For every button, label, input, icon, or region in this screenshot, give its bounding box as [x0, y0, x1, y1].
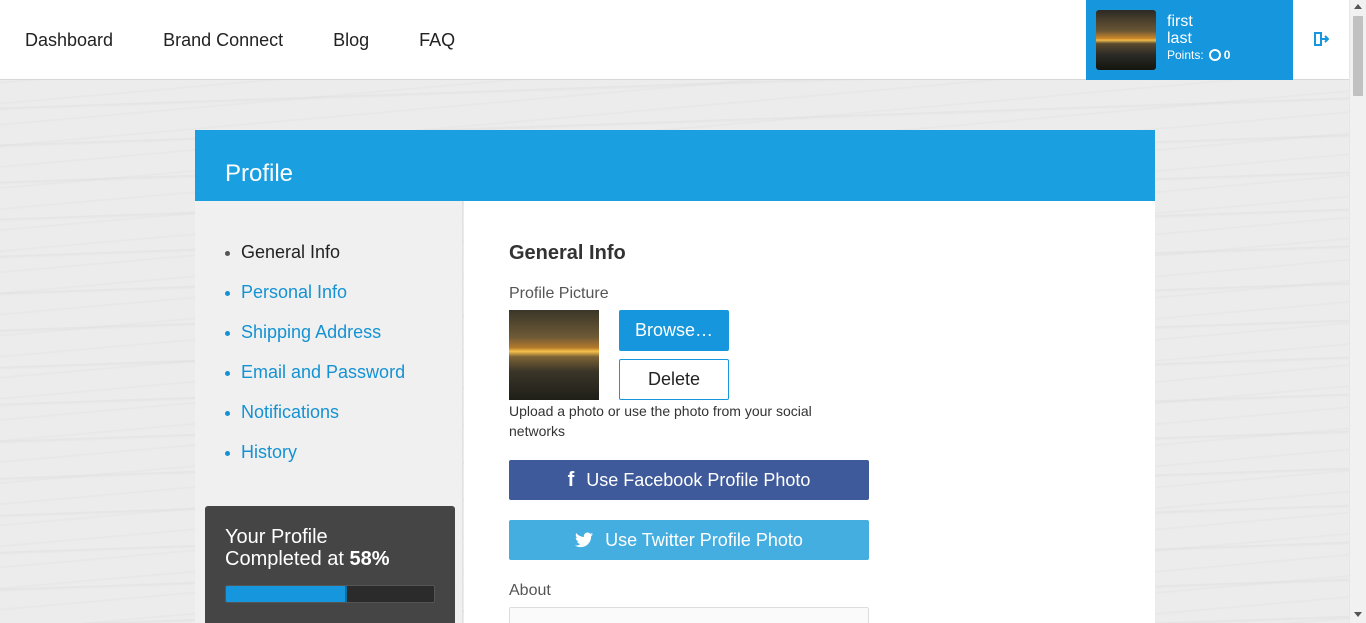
completion-line2: Completed at 58%: [225, 548, 390, 570]
facebook-photo-button[interactable]: f Use Facebook Profile Photo: [509, 460, 869, 500]
scroll-thumb[interactable]: [1353, 16, 1363, 96]
menu-item-history[interactable]: History: [225, 442, 405, 482]
menu-item-personal-info[interactable]: Personal Info: [225, 282, 405, 322]
menu-item-notifications[interactable]: Notifications: [225, 402, 405, 442]
profile-completion-box: Your Profile Completed at 58%: [205, 506, 455, 623]
menu-item-label: Personal Info: [241, 282, 348, 302]
menu-item-label: Notifications: [241, 402, 340, 422]
general-info-panel: General Info Profile Picture Browse… Del…: [464, 201, 1155, 623]
bullet-icon: [225, 251, 230, 256]
scroll-up-icon[interactable]: [1354, 4, 1362, 9]
bullet-icon: [225, 411, 230, 416]
completion-prefix: Completed at: [225, 548, 344, 570]
avatar[interactable]: [1096, 10, 1156, 70]
user-menu[interactable]: first last Points: 0: [1086, 0, 1293, 80]
browse-button[interactable]: Browse…: [619, 310, 729, 351]
menu-item-label: Email and Password: [241, 362, 406, 382]
profile-sidebar: General Info Personal Info Shipping Addr…: [195, 201, 463, 623]
bullet-icon: [225, 331, 230, 336]
coin-icon: [1208, 49, 1221, 61]
page-title: Profile: [225, 160, 294, 187]
main-nav: Dashboard Brand Connect Blog FAQ: [25, 0, 505, 80]
about-textarea[interactable]: [509, 607, 869, 623]
user-last-name: last: [1167, 30, 1192, 47]
profile-header: Profile: [195, 130, 1155, 201]
bullet-icon: [225, 291, 230, 296]
completion-line1: Your Profile: [225, 526, 328, 548]
points-value: 0: [1223, 48, 1231, 62]
nav-blog[interactable]: Blog: [333, 30, 369, 51]
about-label: About: [509, 582, 551, 599]
logout-icon[interactable]: [1313, 31, 1329, 47]
facebook-photo-label: Use Facebook Profile Photo: [586, 469, 811, 490]
completion-percent: 58%: [349, 548, 390, 570]
profile-picture-label: Profile Picture: [509, 285, 609, 302]
twitter-photo-label: Use Twitter Profile Photo: [605, 529, 803, 550]
bullet-icon: [225, 451, 230, 456]
nav-faq[interactable]: FAQ: [419, 30, 455, 51]
delete-button[interactable]: Delete: [619, 359, 729, 400]
user-points: Points: 0: [1167, 48, 1230, 62]
completion-text: Your Profile Completed at 58%: [225, 526, 390, 570]
twitter-photo-button[interactable]: Use Twitter Profile Photo: [509, 520, 869, 560]
page-scrollbar[interactable]: [1349, 0, 1366, 623]
profile-menu: General Info Personal Info Shipping Addr…: [225, 242, 405, 482]
user-first-name: first: [1167, 13, 1193, 30]
facebook-icon: f: [567, 468, 575, 491]
nav-brand-connect[interactable]: Brand Connect: [163, 30, 283, 51]
scroll-down-icon[interactable]: [1354, 612, 1362, 617]
points-label: Points:: [1167, 48, 1204, 62]
profile-picture: [509, 310, 599, 400]
menu-item-label: General Info: [241, 242, 341, 262]
menu-item-general-info[interactable]: General Info: [225, 242, 405, 282]
menu-item-label: History: [241, 442, 298, 462]
section-title: General Info: [509, 242, 626, 264]
menu-item-email-password[interactable]: Email and Password: [225, 362, 405, 402]
menu-item-label: Shipping Address: [241, 322, 382, 342]
upload-help-text: Upload a photo or use the photo from you…: [509, 403, 812, 439]
completion-progress-fill: [226, 586, 347, 602]
menu-item-shipping-address[interactable]: Shipping Address: [225, 322, 405, 362]
nav-dashboard[interactable]: Dashboard: [25, 30, 113, 51]
completion-progress-bar: [225, 585, 435, 603]
bullet-icon: [225, 371, 230, 376]
twitter-icon: [575, 532, 594, 548]
